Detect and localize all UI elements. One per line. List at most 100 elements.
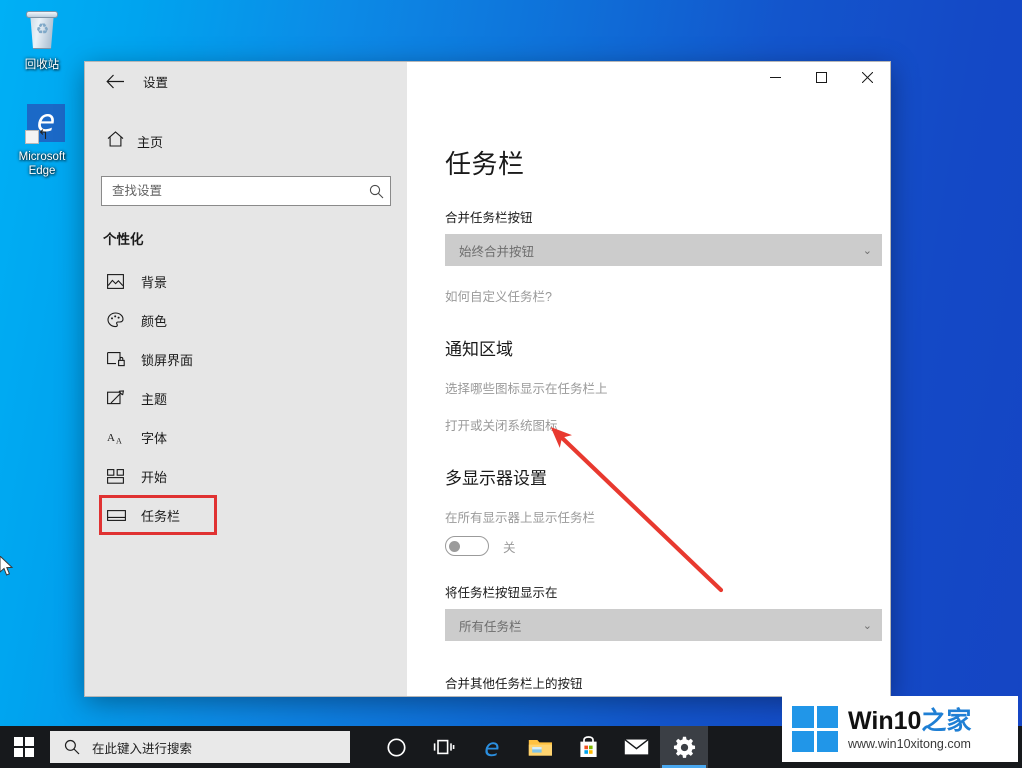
toggle-knob xyxy=(449,540,460,552)
sidebar-item-lock-screen[interactable]: 锁屏界面 xyxy=(85,342,407,376)
select-icons-link[interactable]: 选择哪些图标显示在任务栏上 xyxy=(445,378,890,397)
combine-taskbar-buttons-label: 合并任务栏按钮 xyxy=(445,211,533,225)
sidebar-item-label: 颜色 xyxy=(141,313,168,329)
start-button[interactable] xyxy=(0,726,48,768)
desktop-background: ♻ 回收站 e Microsoft Edge 设置 xyxy=(0,0,1022,768)
taskbar-search-placeholder: 在此键入进行搜索 xyxy=(92,741,193,756)
system-icons-link[interactable]: 打开或关闭系统图标 xyxy=(445,415,890,434)
recycle-bin-icon: ♻ xyxy=(19,8,65,54)
show-taskbar-all-displays-row: 关 xyxy=(445,536,890,556)
watermark-title: Win10之家 xyxy=(848,707,971,735)
file-explorer-button[interactable] xyxy=(516,726,564,768)
edge-icon: e xyxy=(484,732,500,762)
title-bar-left: 设置 xyxy=(85,62,407,100)
watermark-url: www.win10xitong.com xyxy=(848,737,971,751)
sidebar-home-label: 主页 xyxy=(137,134,164,150)
desktop-icon-microsoft-edge[interactable]: e Microsoft Edge xyxy=(4,100,80,178)
svg-text:A: A xyxy=(116,436,122,445)
watermark-title-black: Win10 xyxy=(848,707,922,735)
taskbar-icon xyxy=(107,509,141,522)
mouse-cursor xyxy=(0,556,14,576)
window-controls xyxy=(407,62,890,100)
sidebar-item-label: 字体 xyxy=(141,430,168,446)
settings-button[interactable] xyxy=(660,726,708,768)
task-view-icon xyxy=(433,739,455,755)
font-icon: A A xyxy=(107,430,141,445)
close-icon xyxy=(861,71,873,83)
microsoft-store-icon xyxy=(579,736,597,757)
search-icon xyxy=(369,184,384,199)
taskbar-buttons-location-label: 将任务栏按钮显示在 xyxy=(445,586,558,600)
chevron-down-icon: ⌄ xyxy=(862,244,872,257)
palette-icon xyxy=(107,312,141,328)
window-title-bar: 设置 xyxy=(85,62,890,100)
sidebar-item-label: 任务栏 xyxy=(141,508,181,524)
minimize-button[interactable] xyxy=(752,62,798,92)
search-input[interactable] xyxy=(112,184,369,198)
show-taskbar-all-displays-toggle[interactable] xyxy=(445,536,489,556)
sidebar-item-label: 锁屏界面 xyxy=(141,352,194,368)
page-title: 任务栏 xyxy=(445,149,525,179)
combine-other-taskbars-label: 合并其他任务栏上的按钮 xyxy=(445,677,583,691)
cortana-icon xyxy=(386,737,406,757)
sidebar-item-colors[interactable]: 颜色 xyxy=(85,303,407,337)
sidebar-item-background[interactable]: 背景 xyxy=(85,264,407,298)
sidebar-item-themes[interactable]: 主题 xyxy=(85,381,407,415)
sidebar-item-taskbar[interactable]: 任务栏 xyxy=(99,495,217,535)
file-explorer-icon xyxy=(528,739,552,756)
taskbar-buttons-location-dropdown[interactable]: 所有任务栏 ⌄ xyxy=(445,609,882,641)
task-view-button[interactable] xyxy=(420,726,468,768)
cortana-button[interactable] xyxy=(372,726,420,768)
sidebar-item-start[interactable]: 开始 xyxy=(85,459,407,493)
taskbar-search-box[interactable]: 在此键入进行搜索 xyxy=(50,731,350,763)
settings-window: 设置 主页 查找设置 个性化 背景 颜色 锁屏界面 主题 A A 字体 开始 任… xyxy=(85,62,890,696)
settings-gear-icon xyxy=(673,736,695,758)
show-taskbar-all-displays-label: 在所有显示器上显示任务栏 xyxy=(445,511,596,525)
sidebar-nav-list: 背景 颜色 锁屏界面 主题 A A 字体 开始 任务栏 xyxy=(85,264,407,535)
search-icon xyxy=(64,739,80,755)
sidebar-item-label: 主题 xyxy=(141,391,168,407)
lock-screen-icon xyxy=(107,351,141,367)
customize-taskbar-link[interactable]: 如何自定义任务栏? xyxy=(445,286,890,305)
edge-icon: e xyxy=(19,100,65,146)
shortcut-overlay-icon xyxy=(25,130,39,144)
minimize-icon xyxy=(769,76,781,78)
close-button[interactable] xyxy=(844,62,890,92)
sidebar-item-label: 背景 xyxy=(141,274,168,290)
sidebar-category-heading: 个性化 xyxy=(103,232,144,247)
search-settings-box[interactable] xyxy=(101,176,391,206)
sidebar-item-home[interactable]: 主页 xyxy=(101,124,407,158)
window-title: 设置 xyxy=(143,75,169,90)
desktop-icon-label: Microsoft Edge xyxy=(18,151,66,177)
home-icon xyxy=(107,130,137,152)
microsoft-store-button[interactable] xyxy=(564,726,612,768)
windows-logo-icon xyxy=(792,706,838,752)
brush-icon xyxy=(107,390,141,406)
watermark-title-blue: 之家 xyxy=(921,707,972,735)
dropdown-value: 始终合并按钮 xyxy=(459,244,535,259)
watermark-text: Win10之家 www.win10xitong.com xyxy=(848,707,971,751)
desktop-icon-recycle-bin[interactable]: ♻ 回收站 xyxy=(4,8,80,72)
windows-start-icon xyxy=(14,737,34,757)
site-watermark: Win10之家 www.win10xitong.com xyxy=(782,696,1018,762)
combine-taskbar-buttons-dropdown[interactable]: 始终合并按钮 ⌄ xyxy=(445,234,882,266)
notification-area-heading: 通知区域 xyxy=(445,340,513,359)
sidebar-item-label: 开始 xyxy=(141,469,168,485)
mail-icon xyxy=(623,739,649,755)
chevron-down-icon: ⌄ xyxy=(862,619,872,632)
multidisplay-heading: 多显示器设置 xyxy=(445,469,547,488)
mail-button[interactable] xyxy=(612,726,660,768)
settings-sidebar: 主页 个性化 xyxy=(85,100,407,696)
picture-icon xyxy=(107,273,141,289)
svg-text:A: A xyxy=(107,432,115,444)
desktop-icon-label: 回收站 xyxy=(24,59,60,71)
dropdown-value: 所有任务栏 xyxy=(459,619,522,634)
edge-button[interactable]: e xyxy=(468,726,516,768)
maximize-button[interactable] xyxy=(798,62,844,92)
maximize-icon xyxy=(815,71,827,83)
settings-content-pane: 任务栏 合并任务栏按钮 始终合并按钮 ⌄ 如何自定义任务栏? 通知区域 选择哪些… xyxy=(407,100,890,696)
back-arrow-icon xyxy=(105,74,124,88)
sidebar-item-fonts[interactable]: A A 字体 xyxy=(85,420,407,454)
window-body: 主页 个性化 xyxy=(85,100,890,696)
back-button[interactable] xyxy=(93,65,137,97)
